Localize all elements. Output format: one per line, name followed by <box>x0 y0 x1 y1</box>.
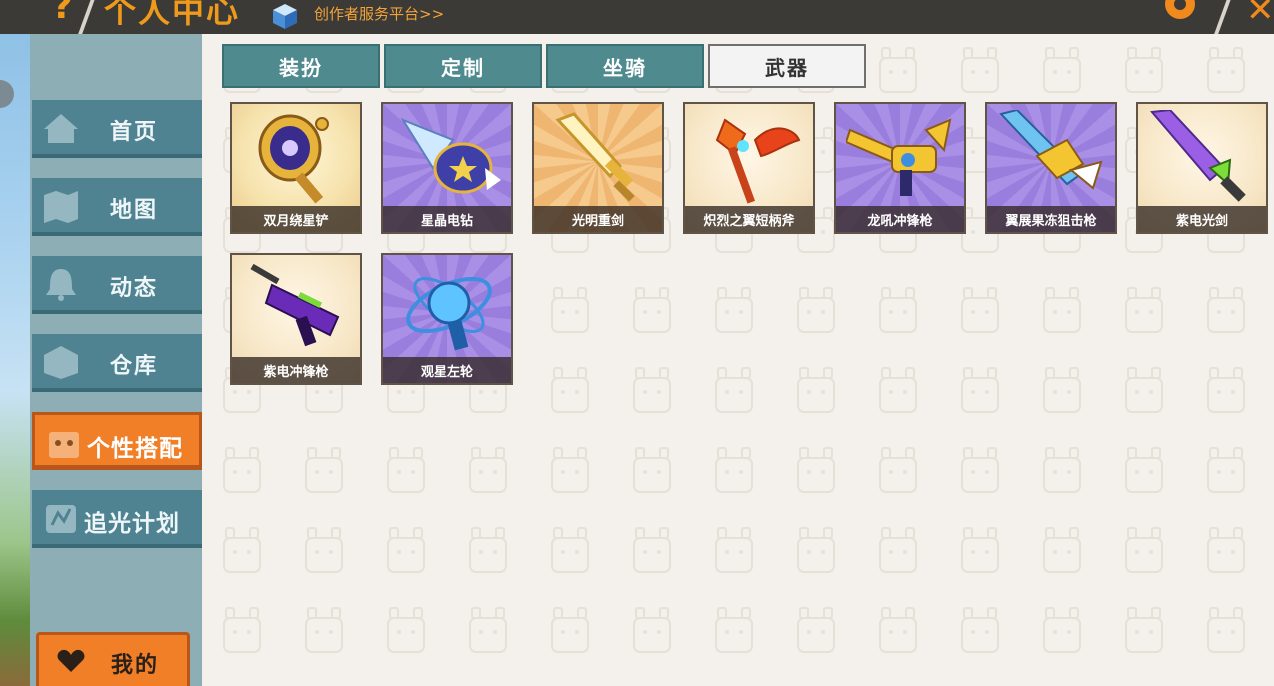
sidebar-item-storage[interactable]: 仓库 <box>32 334 202 392</box>
main-panel: 装扮 定制 坐骑 武器 双月绕星铲 星晶电钻 光明重剑 炽烈之翼短柄斧 龙吼冲锋… <box>202 34 1274 686</box>
sidebar-item-label: 个性搭配 <box>87 436 183 462</box>
sidebar-item-chase-light[interactable]: 追光计划 <box>32 490 202 548</box>
tab-mount[interactable]: 坐骑 <box>546 44 704 88</box>
bell-icon <box>46 269 76 301</box>
weapon-item[interactable]: 星晶电钻 <box>381 102 513 234</box>
weapon-name: 炽烈之翼短柄斧 <box>685 206 813 232</box>
box-icon <box>44 346 78 379</box>
weapon-name: 紫电光剑 <box>1138 206 1266 232</box>
weapon-name: 翼展果冻狙击枪 <box>987 206 1115 232</box>
weapon-item[interactable]: 炽烈之翼短柄斧 <box>683 102 815 234</box>
revolver-icon <box>406 277 492 351</box>
shovel-icon <box>258 114 329 204</box>
sidebar-item-label: 动态 <box>110 276 159 301</box>
creator-platform-link[interactable]: 创作者服务平台>> <box>270 0 445 29</box>
sidebar-item-outfit[interactable]: 个性搭配 <box>32 412 202 470</box>
weapon-name: 龙吼冲锋枪 <box>836 206 964 232</box>
weapon-item[interactable]: 紫电光剑 <box>1136 102 1268 234</box>
drill-icon <box>400 117 501 194</box>
weapon-name: 双月绕星铲 <box>232 206 360 232</box>
sidebar-item-label: 地图 <box>110 198 159 223</box>
help-icon[interactable]: ? <box>52 0 73 27</box>
map-icon <box>44 191 78 223</box>
spark-icon <box>46 505 76 533</box>
weapon-item[interactable]: 观星左轮 <box>381 253 513 385</box>
divider <box>75 0 97 34</box>
sword-icon <box>555 112 635 202</box>
sidebar-item-label: 仓库 <box>110 354 159 379</box>
axe-icon <box>715 118 801 204</box>
sidebar-item-map[interactable]: 地图 <box>32 178 202 236</box>
weapon-name: 观星左轮 <box>383 357 511 383</box>
rifle-icon <box>846 118 952 196</box>
close-icon[interactable]: ✕ <box>1246 0 1274 30</box>
smg-icon <box>250 263 340 347</box>
creator-link-text: 创作者服务平台>> <box>314 4 445 23</box>
lightsaber-icon <box>1150 110 1246 202</box>
weapon-item[interactable]: 光明重剑 <box>532 102 664 234</box>
background-scenery <box>0 34 30 686</box>
avatar-icon <box>49 432 79 458</box>
weapon-item[interactable]: 龙吼冲锋枪 <box>834 102 966 234</box>
mine-button[interactable]: 我的 <box>36 632 190 686</box>
sniper-icon <box>999 110 1103 190</box>
weapon-item[interactable]: 紫电冲锋枪 <box>230 253 362 385</box>
top-bar: ? 个人中心 创作者服务平台>> ✕ <box>0 0 1274 34</box>
house-icon <box>44 114 78 143</box>
tab-outfit[interactable]: 装扮 <box>222 44 380 88</box>
tab-custom[interactable]: 定制 <box>384 44 542 88</box>
back-icon[interactable] <box>0 80 14 108</box>
category-tabs: 装扮 定制 坐骑 武器 <box>222 44 870 88</box>
sidebar-item-label: 首页 <box>110 120 159 145</box>
sidebar-item-feed[interactable]: 动态 <box>32 256 202 314</box>
mine-label: 我的 <box>111 653 160 678</box>
gear-icon[interactable] <box>1160 0 1200 24</box>
sidebar-item-home[interactable]: 首页 <box>32 100 202 158</box>
page-title: 个人中心 <box>104 0 241 30</box>
divider <box>1211 0 1233 34</box>
tab-weapon[interactable]: 武器 <box>708 44 866 88</box>
weapon-name: 紫电冲锋枪 <box>232 357 360 383</box>
heart-icon <box>57 649 85 672</box>
weapon-item[interactable]: 翼展果冻狙击枪 <box>985 102 1117 234</box>
cube-icon <box>273 4 297 29</box>
sidebar-item-label: 追光计划 <box>84 511 180 537</box>
weapon-name: 光明重剑 <box>534 206 662 232</box>
weapon-item[interactable]: 双月绕星铲 <box>230 102 362 234</box>
sidebar: 首页 地图 动态 仓库 个性搭配 追光计划 <box>30 34 202 686</box>
weapon-name: 星晶电钻 <box>383 206 511 232</box>
